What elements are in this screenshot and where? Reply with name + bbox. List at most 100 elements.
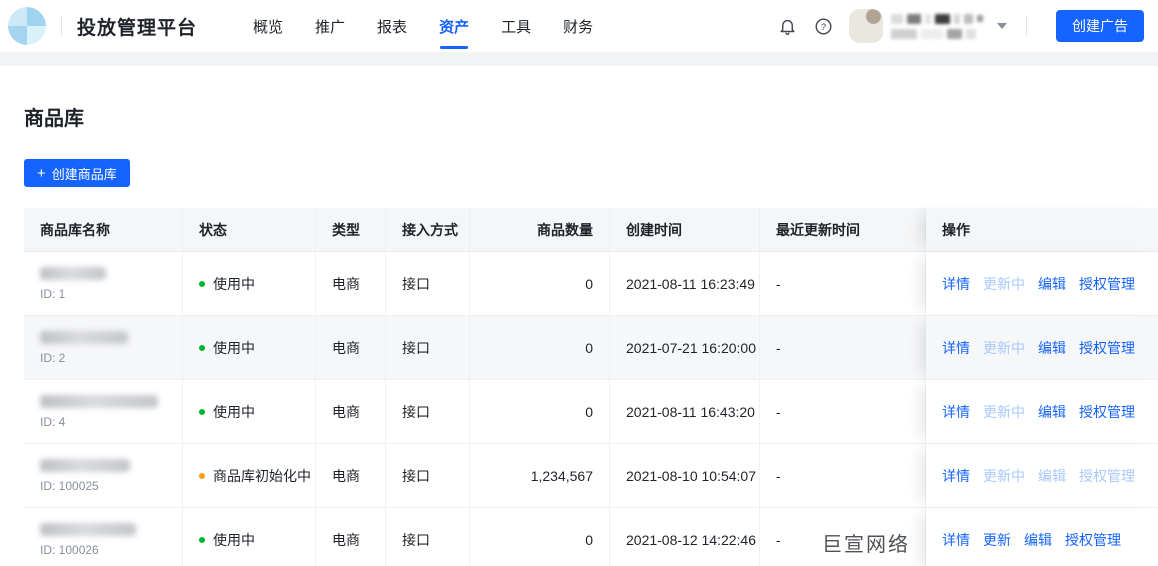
access-cell: 接口 <box>386 316 470 380</box>
help-icon[interactable]: ? <box>809 12 837 40</box>
action-auth-manage[interactable]: 授权管理 <box>1065 530 1121 550</box>
create-library-label: 创建商品库 <box>51 166 117 182</box>
status-label: 商品库初始化中 <box>213 467 311 484</box>
action-detail[interactable]: 详情 <box>942 338 970 358</box>
top-nav-bar: 投放管理平台 概览 推广 报表 资产 工具 财务 ? 创建广告 <box>0 0 1158 52</box>
nav-item-assets[interactable]: 资产 <box>423 0 485 52</box>
user-avatar[interactable] <box>849 9 883 43</box>
actions-cell: 详情 更新中 编辑 授权管理 <box>926 444 1158 508</box>
created-cell: 2021-08-10 10:54:07 <box>610 444 760 508</box>
action-auth-manage[interactable]: 授权管理 <box>1079 466 1135 486</box>
product-library-table: 商品库名称 状态 类型 接入方式 商品数量 创建时间 最近更新时间 操作 ID:… <box>24 208 1158 566</box>
type-cell: 电商 <box>316 252 386 316</box>
status-label: 使用中 <box>213 275 255 292</box>
count-cell: 1,234,567 <box>470 444 610 508</box>
product-library-page: 商品库 + 创建商品库 商品库名称 状态 类型 接入方式 商品数量 创建时间 最… <box>0 102 1158 566</box>
created-cell: 2021-08-11 16:43:20 <box>610 380 760 444</box>
library-name-cell: ID: 100025 <box>24 444 183 508</box>
count-cell: 0 <box>470 508 610 566</box>
action-updating[interactable]: 更新中 <box>983 338 1025 358</box>
count-cell: 0 <box>470 252 610 316</box>
status-dot-icon <box>199 280 205 287</box>
action-detail[interactable]: 详情 <box>942 466 970 486</box>
library-id: ID: 100025 <box>40 478 99 493</box>
col-header-access: 接入方式 <box>386 208 470 252</box>
action-auth-manage[interactable]: 授权管理 <box>1079 402 1135 422</box>
action-edit[interactable]: 编辑 <box>1024 530 1052 550</box>
access-cell: 接口 <box>386 252 470 316</box>
updated-cell: - <box>760 252 926 316</box>
updated-cell: - <box>760 380 926 444</box>
create-ad-button[interactable]: 创建广告 <box>1056 10 1144 42</box>
created-cell: 2021-07-21 16:20:00 <box>610 316 760 380</box>
action-updating[interactable]: 更新中 <box>983 402 1025 422</box>
table-row: ID: 1 使用中 电商 接口 0 2021-08-11 16:23:49 - … <box>24 252 1158 316</box>
count-cell: 0 <box>470 316 610 380</box>
plus-icon: + <box>37 164 46 182</box>
status-dot-icon <box>199 536 205 543</box>
page-background-band <box>0 52 1158 66</box>
status-cell: 使用中 <box>183 252 316 316</box>
nav-item-promotion[interactable]: 推广 <box>299 0 361 52</box>
caret-down-icon[interactable] <box>997 23 1007 29</box>
col-header-created: 创建时间 <box>610 208 760 252</box>
col-header-updated: 最近更新时间 <box>760 208 926 252</box>
nav-item-report[interactable]: 报表 <box>361 0 423 52</box>
type-cell: 电商 <box>316 444 386 508</box>
svg-text:?: ? <box>820 21 825 31</box>
actions-cell: 详情 更新中 编辑 授权管理 <box>926 316 1158 380</box>
redacted-library-name <box>40 458 130 472</box>
library-id: ID: 1 <box>40 286 66 301</box>
action-update[interactable]: 更新 <box>983 530 1011 550</box>
table-row: ID: 100026 使用中 电商 接口 0 2021-08-12 14:22:… <box>24 508 1158 566</box>
watermark: 巨宣网络 <box>822 534 910 556</box>
redacted-library-name <box>40 522 136 536</box>
action-auth-manage[interactable]: 授权管理 <box>1079 338 1135 358</box>
app-title: 投放管理平台 <box>77 17 198 39</box>
access-cell: 接口 <box>386 444 470 508</box>
actions-cell: 详情 更新 编辑 授权管理 <box>926 508 1158 566</box>
access-cell: 接口 <box>386 380 470 444</box>
bell-icon[interactable] <box>773 12 801 40</box>
library-id: ID: 2 <box>40 350 66 365</box>
status-dot-icon <box>199 408 205 415</box>
col-header-count: 商品数量 <box>470 208 610 252</box>
created-cell: 2021-08-11 16:23:49 <box>610 252 760 316</box>
nav-item-tools[interactable]: 工具 <box>485 0 547 52</box>
col-header-actions: 操作 <box>926 208 1158 252</box>
updated-cell: - <box>760 444 926 508</box>
library-id: ID: 4 <box>40 414 66 429</box>
redacted-library-name <box>40 330 128 344</box>
status-label: 使用中 <box>213 339 255 356</box>
action-auth-manage[interactable]: 授权管理 <box>1079 274 1135 294</box>
user-name-redacted <box>891 13 984 39</box>
status-cell: 商品库初始化中 <box>183 444 316 508</box>
type-cell: 电商 <box>316 316 386 380</box>
create-library-button[interactable]: + 创建商品库 <box>24 159 130 187</box>
table-header-row: 商品库名称 状态 类型 接入方式 商品数量 创建时间 最近更新时间 操作 <box>24 208 1158 252</box>
topbar-right: ? 创建广告 <box>773 9 1158 43</box>
actions-cell: 详情 更新中 编辑 授权管理 <box>926 252 1158 316</box>
action-detail[interactable]: 详情 <box>942 530 970 550</box>
type-cell: 电商 <box>316 380 386 444</box>
action-updating[interactable]: 更新中 <box>983 466 1025 486</box>
action-updating[interactable]: 更新中 <box>983 274 1025 294</box>
nav-item-finance[interactable]: 财务 <box>547 0 609 52</box>
updated-cell: - <box>760 316 926 380</box>
redacted-library-name <box>40 266 106 280</box>
redacted-library-name <box>40 394 158 408</box>
actions-cell: 详情 更新中 编辑 授权管理 <box>926 380 1158 444</box>
access-cell: 接口 <box>386 508 470 566</box>
type-cell: 电商 <box>316 508 386 566</box>
action-edit[interactable]: 编辑 <box>1038 338 1066 358</box>
action-detail[interactable]: 详情 <box>942 402 970 422</box>
created-cell: 2021-08-12 14:22:46 <box>610 508 760 566</box>
action-edit[interactable]: 编辑 <box>1038 466 1066 486</box>
main-nav: 概览 推广 报表 资产 工具 财务 <box>237 0 609 52</box>
action-edit[interactable]: 编辑 <box>1038 402 1066 422</box>
status-dot-icon <box>199 472 205 479</box>
action-detail[interactable]: 详情 <box>942 274 970 294</box>
action-edit[interactable]: 编辑 <box>1038 274 1066 294</box>
status-label: 使用中 <box>213 403 255 420</box>
nav-item-overview[interactable]: 概览 <box>237 0 299 52</box>
